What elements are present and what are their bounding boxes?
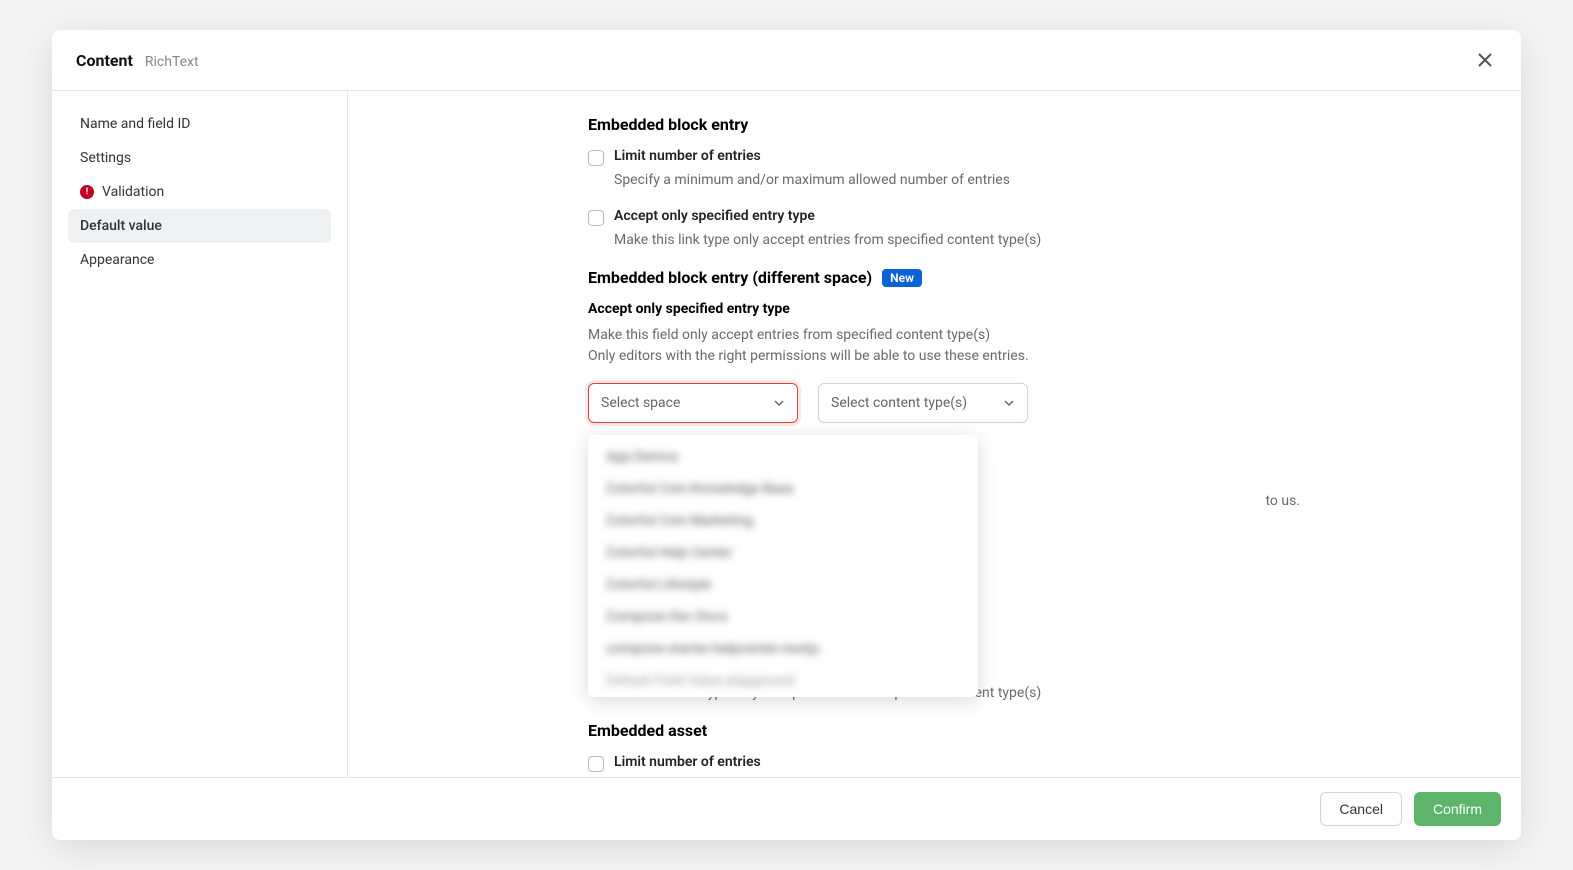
subdesc-line1: Make this field only accept entries from… (588, 327, 990, 343)
modal-title-group: Content RichText (76, 51, 199, 70)
modal-subtitle: RichText (145, 54, 199, 70)
dropdown-item[interactable]: Colorful Help Center (588, 537, 978, 569)
accept-type-subdesc: Make this field only accept entries from… (588, 325, 1308, 367)
error-icon: ! (80, 185, 94, 199)
limit-entries-label: Limit number of entries (614, 148, 761, 164)
section-heading-text: Embedded block entry (different space) (588, 268, 872, 287)
accept-type-label: Accept only specified entry type (614, 208, 815, 224)
dropdown-item[interactable]: Default Field Value playground (588, 665, 978, 691)
select-space-dropdown[interactable]: Select space (588, 383, 798, 423)
select-row: Select space Select content type(s) (588, 383, 1308, 423)
limit-entries-checkbox[interactable] (588, 150, 604, 166)
dropdown-item[interactable]: Colorful Coin Knowledge Base (588, 473, 978, 505)
asset-limit-label: Limit number of entries (614, 754, 761, 770)
new-badge: New (882, 269, 922, 287)
sidebar-item-validation[interactable]: ! Validation (68, 175, 331, 209)
sidebar-item-appearance[interactable]: Appearance (68, 243, 331, 277)
select-space-placeholder: Select space (601, 395, 680, 411)
asset-limit-row: Limit number of entries (588, 754, 1308, 772)
accept-type-row: Accept only specified entry type (588, 208, 1308, 226)
dropdown-item[interactable]: Compose Dev Docs (588, 601, 978, 633)
dropdown-item[interactable]: compose-starter-helpcenter-nextjs (588, 633, 978, 665)
sidebar-item-default-value[interactable]: Default value (68, 209, 331, 243)
content-area[interactable]: Embedded block entry Limit number of ent… (348, 91, 1521, 777)
dropdown-wrapper: to us. App Demos Colorful Coin Knowledge… (588, 435, 1308, 685)
modal-body: Name and field ID Settings ! Validation … (52, 91, 1521, 777)
section-heading-embedded-block-entry: Embedded block entry (588, 115, 1308, 134)
dropdown-item[interactable]: Colorful Lifestyle (588, 569, 978, 601)
asset-limit-checkbox[interactable] (588, 756, 604, 772)
sidebar-item-settings[interactable]: Settings (68, 141, 331, 175)
dropdown-item[interactable]: Colorful Coin Marketing (588, 505, 978, 537)
sidebar: Name and field ID Settings ! Validation … (52, 91, 348, 777)
chevron-down-icon (773, 397, 785, 409)
close-button[interactable] (1473, 48, 1497, 72)
space-dropdown-panel: App Demos Colorful Coin Knowledge Base C… (588, 435, 978, 697)
accept-type-desc: Make this link type only accept entries … (614, 232, 1308, 248)
accept-type-checkbox[interactable] (588, 210, 604, 226)
chevron-down-icon (1003, 397, 1015, 409)
accept-type-subheading: Accept only specified entry type (588, 301, 1308, 317)
modal-header: Content RichText (52, 30, 1521, 91)
select-content-types-dropdown[interactable]: Select content type(s) (818, 383, 1028, 423)
limit-entries-row: Limit number of entries (588, 148, 1308, 166)
sidebar-item-label: Default value (80, 218, 162, 234)
sidebar-item-label: Appearance (80, 252, 154, 268)
sidebar-item-name-field-id[interactable]: Name and field ID (68, 107, 331, 141)
confirm-button[interactable]: Confirm (1414, 792, 1501, 826)
sidebar-item-label: Name and field ID (80, 116, 190, 132)
limit-entries-desc: Specify a minimum and/or maximum allowed… (614, 172, 1308, 188)
subdesc-line2: Only editors with the right permissions … (588, 348, 1029, 364)
modal-footer: Cancel Confirm (52, 777, 1521, 840)
sidebar-item-label: Validation (102, 184, 164, 200)
dropdown-item[interactable]: App Demos (588, 441, 978, 473)
modal-title: Content (76, 51, 133, 70)
close-icon (1478, 53, 1492, 67)
field-settings-modal: Content RichText Name and field ID Setti… (52, 30, 1521, 840)
section-heading-different-space: Embedded block entry (different space) N… (588, 268, 1308, 287)
content-inner: Embedded block entry Limit number of ent… (588, 115, 1308, 777)
sidebar-item-label: Settings (80, 150, 131, 166)
obscured-text-fragment: to us. (1265, 493, 1300, 509)
section-heading-embedded-asset: Embedded asset (588, 721, 1308, 740)
select-types-placeholder: Select content type(s) (831, 395, 967, 411)
cancel-button[interactable]: Cancel (1320, 792, 1402, 826)
